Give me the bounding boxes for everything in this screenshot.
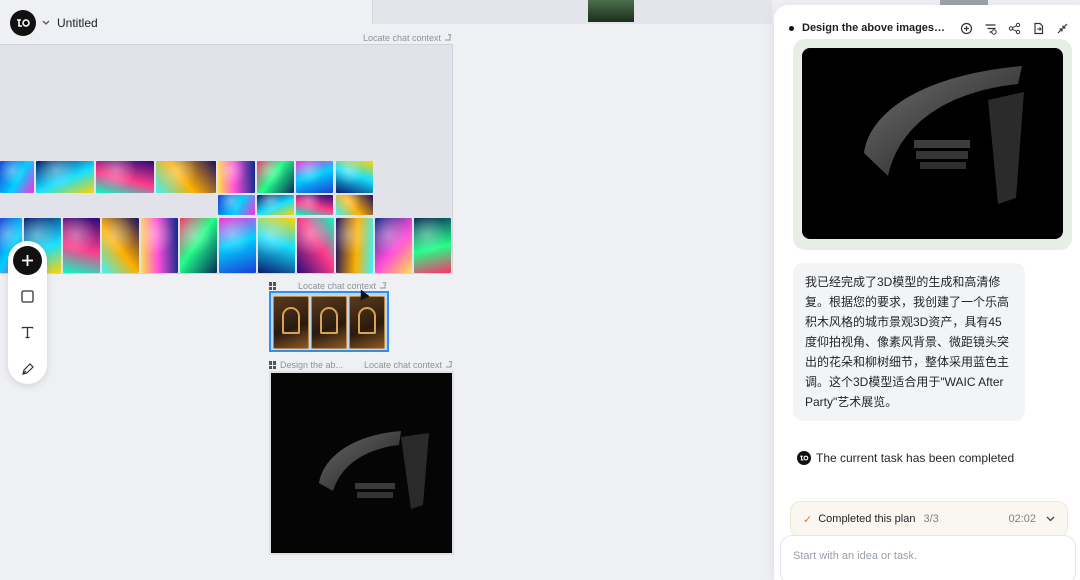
poster-thumbnail[interactable]: [218, 195, 255, 215]
canvas-image-partial[interactable]: [588, 0, 634, 22]
canvas-frame-partial[interactable]: [372, 0, 772, 24]
poster-thumbnail[interactable]: [141, 218, 178, 273]
square-icon: [21, 290, 34, 303]
chevron-down-icon[interactable]: [41, 18, 51, 28]
poster-thumbnail[interactable]: [257, 161, 294, 193]
chat-input[interactable]: Start with an idea or task.: [780, 535, 1076, 580]
chevron-down-icon[interactable]: [1046, 516, 1055, 522]
locate-arrow-icon: [380, 282, 387, 289]
share-icon[interactable]: [1006, 20, 1022, 36]
poster-thumbnail[interactable]: [258, 218, 295, 273]
poster-thumbnail[interactable]: [219, 218, 256, 273]
app-logo-icon: [797, 451, 811, 465]
poster-thumbnail[interactable]: [336, 218, 373, 273]
poster-thumbnail[interactable]: [375, 218, 412, 273]
frame-grid-icon: [269, 361, 277, 369]
poster-thumbnail[interactable]: [96, 161, 154, 193]
status-dot-icon: [789, 25, 794, 31]
3d-render-image: [864, 66, 1024, 204]
collapse-icon[interactable]: [1054, 20, 1070, 36]
generated-image-card[interactable]: [793, 39, 1072, 250]
frame-label-text: Locate chat context: [363, 33, 442, 43]
chat-title[interactable]: Design the above images a...: [802, 22, 948, 34]
locate-arrow-icon: [446, 361, 453, 368]
task-status-text: The current task has been completed: [816, 451, 1015, 465]
text-icon: [21, 326, 34, 339]
frame-title-row[interactable]: Design the ab...: [269, 360, 343, 370]
assistant-message: 我已经完成了3D模型的生成和高清修复。根据您的要求，我创建了一个乐高积木风格的城…: [793, 263, 1025, 421]
frame-label-text: Locate chat context: [364, 360, 443, 370]
poster-thumbnail[interactable]: [336, 161, 373, 193]
add-button[interactable]: [13, 246, 42, 275]
poster-thumbnail[interactable]: [349, 296, 385, 349]
tool-palette: [8, 241, 47, 384]
new-chat-icon[interactable]: [958, 20, 974, 36]
text-tool-button[interactable]: [13, 318, 42, 347]
3d-render-image: [319, 431, 429, 509]
poster-thumbnail[interactable]: [296, 195, 333, 215]
poster-thumbnail[interactable]: [36, 161, 94, 193]
top-bar: Untitled: [0, 0, 98, 46]
poster-thumbnail[interactable]: [180, 218, 217, 273]
poster-thumbnail[interactable]: [156, 161, 216, 193]
document-title[interactable]: Untitled: [57, 16, 98, 30]
app-logo-icon[interactable]: [10, 10, 36, 36]
history-icon[interactable]: [982, 20, 998, 36]
frame-tool-button[interactable]: [13, 282, 42, 311]
poster-thumbnail[interactable]: [311, 296, 347, 349]
plan-label: Completed this plan: [818, 513, 916, 525]
pen-icon: [21, 362, 34, 375]
frame-locate-chat-link[interactable]: Locate chat context: [363, 33, 452, 43]
selected-image-frame[interactable]: [269, 291, 389, 352]
generated-image[interactable]: [802, 48, 1063, 239]
plan-summary[interactable]: ✓ Completed this plan 3/3 02:02: [790, 501, 1068, 537]
poster-thumbnail[interactable]: [218, 161, 255, 193]
poster-thumbnail[interactable]: [0, 161, 34, 193]
pen-tool-button[interactable]: [13, 354, 42, 383]
render-image-frame[interactable]: [269, 371, 454, 555]
poster-thumbnail[interactable]: [336, 195, 373, 215]
poster-thumbnail[interactable]: [273, 296, 309, 349]
check-icon: ✓: [803, 513, 813, 526]
frame-title: Design the ab...: [280, 360, 344, 370]
poster-thumbnail[interactable]: [414, 218, 451, 273]
plan-count: 3/3: [923, 513, 939, 525]
frame-locate-chat-link[interactable]: Locate chat context: [364, 360, 453, 370]
locate-arrow-icon: [445, 34, 452, 41]
poster-thumbnail[interactable]: [297, 218, 334, 273]
poster-thumbnail[interactable]: [296, 161, 333, 193]
frame-locate-chat-link[interactable]: Locate chat context: [269, 281, 387, 291]
plus-icon: [22, 255, 33, 266]
chat-panel: Design the above images a... 我已经完成了3D模型的…: [774, 5, 1080, 580]
poster-thumbnail[interactable]: [63, 218, 100, 273]
chat-input-placeholder: Start with an idea or task.: [793, 550, 918, 562]
task-status: The current task has been completed: [797, 451, 1014, 465]
poster-thumbnail[interactable]: [257, 195, 294, 215]
poster-thumbnail[interactable]: [102, 218, 139, 273]
export-icon[interactable]: [1030, 20, 1046, 36]
frame-grid-icon: [269, 282, 277, 290]
plan-time: 02:02: [1008, 513, 1036, 525]
